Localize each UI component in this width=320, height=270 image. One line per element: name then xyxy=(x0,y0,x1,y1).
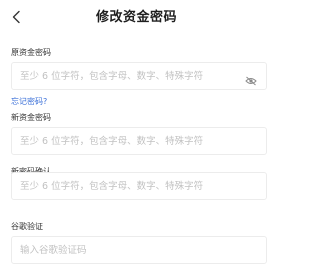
old-password-field[interactable] xyxy=(11,62,267,90)
google-code-label: 谷歌验证 xyxy=(11,222,43,231)
confirm-password-input[interactable] xyxy=(20,173,250,199)
eye-off-icon[interactable] xyxy=(245,71,257,86)
navigation-bar: 修改资金密码 xyxy=(0,0,273,36)
page-title: 修改资金密码 xyxy=(95,10,177,25)
old-password-input[interactable] xyxy=(20,63,250,89)
google-code-field[interactable] xyxy=(11,236,267,264)
new-password-field[interactable] xyxy=(11,127,267,155)
google-code-input[interactable] xyxy=(20,237,250,263)
new-password-input[interactable] xyxy=(20,128,250,154)
new-password-label: 新资金密码 xyxy=(11,113,51,122)
old-password-label: 原资金密码 xyxy=(11,48,51,57)
forgot-password-link[interactable]: 忘记密码? xyxy=(11,97,47,107)
confirm-password-field[interactable] xyxy=(11,172,267,200)
